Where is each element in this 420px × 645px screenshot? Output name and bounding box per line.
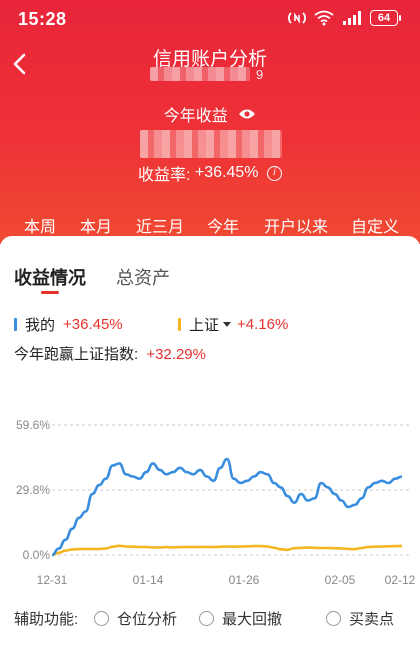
option-label: 买卖点	[349, 611, 395, 628]
radio-icon	[326, 611, 341, 626]
returns-chart: 59.6% 29.8% 0.0% 12-31 01-14 01-26 02-05 02-12	[0, 405, 420, 590]
return-rate-row: 收益率: +36.45% i	[0, 161, 420, 185]
amount-mask	[140, 130, 282, 158]
beat-index-label: 今年跑赢上证指数:	[14, 346, 139, 363]
option-trade-points[interactable]: 买卖点	[326, 608, 394, 629]
tab-total-assets[interactable]: 总资产	[116, 264, 170, 290]
ytd-label-row: 今年收益	[0, 102, 420, 126]
chart-legend: 我的 +36.45% 上证 +4.16%	[14, 314, 414, 334]
signal-icon	[343, 11, 361, 25]
returns-chart-svg: 59.6% 29.8% 0.0% 12-31 01-14 01-26 02-05 02-12	[16, 418, 416, 587]
legend-mine: 我的 +36.45%	[14, 314, 123, 335]
period-tabs: 本周 本月 近三月 今年 开户以来 自定义	[0, 208, 420, 238]
ytd-amount-masked	[140, 130, 282, 158]
x-tick-label: 12-31	[37, 573, 68, 587]
return-rate-value: +36.45%	[194, 164, 259, 181]
beat-index-row: 今年跑赢上证指数: +32.29%	[14, 343, 206, 364]
account-suffix: 9	[256, 66, 264, 82]
header-banner: 15:28 64 信用账户分析 9 今年收益 收益率: +36.45% i 本周…	[0, 0, 420, 244]
option-max-drawdown[interactable]: 最大回撤	[199, 608, 282, 629]
account-number-mask	[150, 67, 250, 81]
content-tabs: 收益情况 总资产	[14, 264, 170, 290]
assist-label: 辅助功能:	[14, 611, 79, 628]
legend-mine-value: +36.45%	[63, 316, 123, 333]
x-tick-label: 01-26	[229, 573, 260, 587]
period-tab-week[interactable]: 本周	[24, 213, 56, 237]
wifi-icon	[314, 10, 334, 26]
legend-index-label: 上证	[189, 317, 220, 334]
period-tab-custom[interactable]: 自定义	[351, 213, 399, 237]
option-position-analysis[interactable]: 仓位分析	[94, 608, 177, 629]
status-time: 15:28	[18, 9, 67, 29]
eye-icon[interactable]	[238, 108, 256, 120]
y-tick-label: 59.6%	[16, 418, 50, 432]
period-tab-3months[interactable]: 近三月	[136, 213, 184, 237]
series-line-mine	[51, 457, 403, 557]
period-tab-month[interactable]: 本月	[80, 213, 112, 237]
status-icons: 64	[288, 10, 401, 26]
period-tab-this-year[interactable]: 今年	[207, 213, 239, 237]
beat-index-value: +32.29%	[146, 346, 206, 363]
status-bar: 15:28 64	[0, 0, 420, 38]
battery-icon: 64	[370, 10, 401, 26]
series-line-index	[51, 544, 403, 557]
period-tab-since-opening[interactable]: 开户以来	[264, 213, 328, 237]
x-tick-label: 02-05	[325, 573, 356, 587]
radio-icon	[199, 611, 214, 626]
info-icon[interactable]: i	[266, 165, 282, 181]
option-label: 最大回撤	[222, 611, 283, 628]
ytd-label: 今年收益	[163, 108, 228, 125]
x-tick-label: 02-12	[385, 573, 416, 587]
legend-index-marker	[178, 318, 181, 331]
return-rate-label: 收益率:	[138, 167, 191, 184]
tab-returns[interactable]: 收益情况	[14, 264, 86, 290]
account-number: 9	[150, 66, 270, 82]
assist-functions: 辅助功能: 仓位分析 最大回撤 买卖点	[14, 608, 414, 630]
y-tick-label: 0.0%	[23, 548, 51, 562]
legend-index[interactable]: 上证 +4.16%	[178, 314, 288, 335]
y-tick-label: 29.8%	[16, 483, 50, 497]
legend-mine-label: 我的	[25, 317, 56, 334]
legend-mine-marker	[14, 318, 17, 331]
nfc-icon	[288, 12, 306, 24]
caret-down-icon	[223, 322, 232, 327]
option-label: 仓位分析	[117, 611, 178, 628]
radio-icon	[94, 611, 109, 626]
x-tick-label: 01-14	[133, 573, 164, 587]
legend-index-value: +4.16%	[237, 316, 289, 333]
